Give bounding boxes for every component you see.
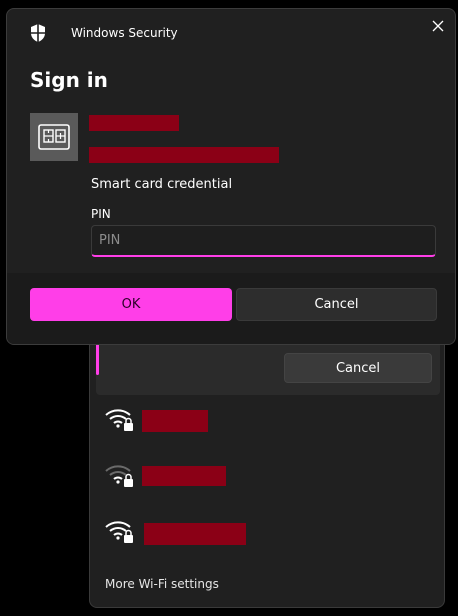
wifi-secured-icon — [105, 521, 133, 543]
cancel-button[interactable]: Cancel — [236, 288, 437, 321]
pin-input[interactable] — [91, 225, 436, 257]
ok-button[interactable]: OK — [30, 288, 232, 321]
wifi-weak-secured-icon — [105, 465, 133, 487]
wifi-flyout: Cancel More Wi-Fi settings — [89, 300, 445, 608]
close-icon — [432, 20, 444, 32]
flyout-cancel-button[interactable]: Cancel — [284, 353, 432, 383]
redacted-user-account — [89, 147, 279, 163]
wifi-secured-icon — [105, 409, 133, 431]
redacted-network-name — [142, 410, 208, 432]
network-connect-card: Cancel — [96, 339, 440, 395]
smart-card-tile — [30, 113, 78, 161]
window-title: Windows Security — [71, 26, 178, 40]
pin-label: PIN — [91, 207, 111, 221]
network-item[interactable] — [104, 517, 404, 547]
redacted-user-name — [89, 115, 179, 131]
smart-card-icon — [38, 124, 70, 150]
network-item[interactable] — [104, 405, 404, 435]
shield-icon — [31, 24, 45, 42]
page-title: Sign in — [30, 68, 108, 92]
network-item[interactable] — [104, 461, 404, 491]
more-wifi-settings-link[interactable]: More Wi-Fi settings — [105, 577, 219, 591]
redacted-network-name — [144, 523, 246, 545]
windows-security-dialog: Windows Security Sign in Smart card cred… — [6, 8, 456, 345]
close-button[interactable] — [427, 15, 449, 37]
credential-type-label: Smart card credential — [91, 177, 233, 192]
redacted-network-name — [142, 466, 226, 486]
